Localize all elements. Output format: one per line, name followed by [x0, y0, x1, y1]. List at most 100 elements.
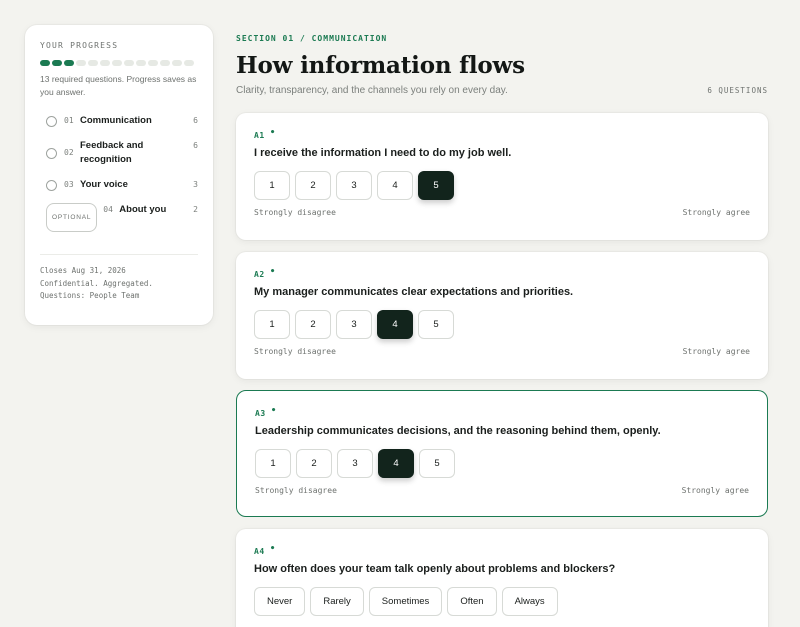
progress-dot: [112, 60, 122, 66]
sidebar-footer-line: Closes Aug 31, 2026: [40, 266, 126, 275]
question-id: A2 •: [254, 267, 750, 279]
answer-option-button[interactable]: 2: [295, 310, 331, 339]
question-card: A1 • I receive the information I need to d…: [236, 113, 768, 240]
sidebar-section-item[interactable]: 01 Communication 6: [40, 115, 198, 128]
progress-dot: [40, 60, 50, 66]
progress-dot: [184, 60, 194, 66]
answer-option-button[interactable]: 5: [418, 310, 454, 339]
question-id: A3 •: [255, 406, 749, 418]
sidebar-section-item[interactable]: 02 Feedback and recognition 6: [40, 140, 198, 167]
page-title: How information flows: [236, 52, 525, 79]
answer-option-button[interactable]: 3: [337, 449, 373, 478]
answer-option-button[interactable]: Never: [254, 587, 306, 616]
progress-dot: [52, 60, 62, 66]
progress-dot: [136, 60, 146, 66]
progress-dot: [64, 60, 74, 66]
progress-dot: [76, 60, 86, 66]
progress-dot: [124, 60, 134, 66]
answer-option-button[interactable]: Often: [447, 587, 497, 616]
answer-option-button[interactable]: 5: [418, 171, 454, 200]
section-count: 6: [193, 116, 198, 125]
section-status-icon: [46, 148, 57, 159]
required-marker: •: [269, 267, 276, 277]
question-card: A2 • My manager communicates clear expecta…: [236, 252, 768, 379]
answer-option-button[interactable]: 4: [378, 449, 414, 478]
section-status-icon: [46, 180, 57, 191]
section-name: Communication: [80, 115, 152, 126]
answer-options: 12345: [254, 310, 750, 339]
progress-dot: [172, 60, 182, 66]
question-text: How often does your team talk openly abo…: [254, 563, 616, 575]
answer-option-button[interactable]: 4: [377, 310, 413, 339]
progress-dot: [160, 60, 170, 66]
question-card: A4 • How often does your team talk openly …: [236, 529, 768, 627]
progress-dots: [40, 60, 198, 66]
page-subtitle: Clarity, transparency, and the channels …: [236, 85, 508, 96]
section-name: Feedback and recognition: [80, 140, 144, 165]
main-content: SECTION 01 / COMMUNICATION How informati…: [236, 30, 768, 96]
scale-high-label: Strongly agree: [681, 486, 749, 495]
sidebar-footer: Closes Aug 31, 2026 Confidential. Aggrega…: [40, 265, 198, 303]
section-number: 01: [64, 116, 74, 125]
answer-option-button[interactable]: 2: [295, 171, 331, 200]
answer-option-button[interactable]: 3: [336, 171, 372, 200]
answer-option-button[interactable]: Always: [501, 587, 558, 616]
required-marker: •: [269, 128, 276, 138]
scale-low-label: Strongly disagree: [254, 347, 336, 356]
question-id: A1 •: [254, 128, 750, 140]
required-marker: •: [269, 544, 276, 554]
question-id-label: A3: [255, 409, 266, 418]
sidebar-footer-line: Confidential. Aggregated.: [40, 278, 153, 288]
progress-label: YOUR PROGRESS: [40, 41, 119, 50]
answer-options: 12345: [254, 171, 750, 200]
section-count: 3: [193, 180, 198, 189]
scale-high-label: Strongly agree: [682, 208, 750, 217]
scale-labels: Strongly disagree Strongly agree: [254, 347, 750, 356]
section-count: 2: [193, 205, 198, 214]
sidebar-footer-line: Questions: People Team: [40, 291, 140, 300]
scale-low-label: Strongly disagree: [255, 486, 337, 495]
section-number: 02: [64, 148, 74, 157]
answer-option-button[interactable]: 4: [377, 171, 413, 200]
scale-labels: Strongly disagree Strongly agree: [254, 208, 750, 217]
sidebar-section-item[interactable]: OPTIONAL 04 About you 2: [40, 203, 198, 232]
question-id-label: A1: [254, 131, 265, 140]
progress-note: 13 required questions. Progress saves as…: [40, 74, 197, 97]
question-card: A3 • Leadership communicates decisions, an…: [236, 390, 768, 517]
answer-option-button[interactable]: 5: [419, 449, 455, 478]
optional-badge: OPTIONAL: [46, 203, 98, 232]
question-text: Leadership communicates decisions, and t…: [255, 425, 661, 437]
question-count: 6 QUESTIONS: [707, 86, 768, 95]
progress-dot: [100, 60, 110, 66]
sidebar-section-item[interactable]: 03 Your voice 3: [40, 179, 198, 192]
section-number: 03: [64, 180, 74, 189]
answer-option-button[interactable]: 3: [336, 310, 372, 339]
progress-dot: [88, 60, 98, 66]
question-id-label: A4: [254, 547, 265, 556]
scale-low-label: Strongly disagree: [254, 208, 336, 217]
section-list: 01 Communication 6 02 Feedback and recogniti…: [40, 115, 198, 255]
question-text: My manager communicates clear expectatio…: [254, 286, 574, 298]
section-name: About you: [119, 204, 167, 215]
section-name: Your voice: [80, 179, 128, 190]
required-marker: •: [270, 406, 277, 416]
answer-option-button[interactable]: Sometimes: [368, 587, 443, 616]
scale-labels: Strongly disagree Strongly agree: [255, 486, 749, 495]
progress-dot: [148, 60, 158, 66]
question-text: I receive the information I need to do m…: [254, 147, 512, 159]
answer-options: Never Rarely Sometimes Often Always: [254, 587, 750, 616]
answer-option-button[interactable]: 1: [254, 171, 290, 200]
answer-options: 12345: [255, 449, 749, 478]
answer-option-button[interactable]: 1: [254, 310, 290, 339]
answer-option-button[interactable]: Rarely: [310, 587, 364, 616]
section-number: 04: [103, 205, 113, 214]
scale-high-label: Strongly agree: [682, 347, 750, 356]
answer-option-button[interactable]: 1: [255, 449, 291, 478]
progress-sidebar: YOUR PROGRESS 13 required questions. Pro…: [25, 25, 213, 325]
section-status-icon: [46, 116, 57, 127]
question-id: A4 •: [254, 544, 750, 556]
section-count: 6: [193, 141, 198, 150]
question-id-label: A2: [254, 270, 265, 279]
section-eyebrow: SECTION 01 / COMMUNICATION: [236, 34, 388, 43]
answer-option-button[interactable]: 2: [296, 449, 332, 478]
